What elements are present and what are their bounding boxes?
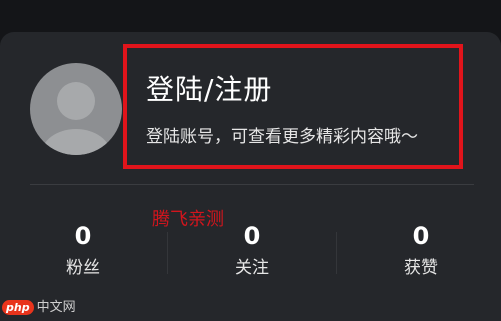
stat-likes[interactable]: 0 获赞 (361, 221, 481, 279)
stat-label: 获赞 (404, 258, 438, 278)
login-hint-text[interactable]: 登陆账号，可查看更多精彩内容哦～ (146, 122, 418, 147)
stat-following[interactable]: 0 关注 (192, 221, 312, 279)
stat-label: 粉丝 (66, 258, 100, 278)
login-register-link[interactable]: 登陆/注册 (146, 68, 272, 108)
profile-card: 登陆/注册 登陆账号，可查看更多精彩内容哦～ 腾飞亲测 0 粉丝 0 关注 0 … (0, 32, 501, 321)
stat-followers[interactable]: 0 粉丝 (23, 221, 143, 279)
default-avatar-icon[interactable] (30, 63, 122, 155)
stat-separator (336, 232, 337, 274)
stat-value: 0 (412, 222, 430, 250)
php-logo-badge: php (2, 300, 34, 315)
stat-value: 0 (243, 222, 261, 250)
site-logo: php 中文网 (2, 300, 76, 315)
stat-separator (167, 232, 168, 274)
stat-value: 0 (74, 222, 92, 250)
site-logo-text: 中文网 (36, 300, 76, 315)
stat-label: 关注 (235, 258, 269, 278)
divider (30, 184, 474, 185)
